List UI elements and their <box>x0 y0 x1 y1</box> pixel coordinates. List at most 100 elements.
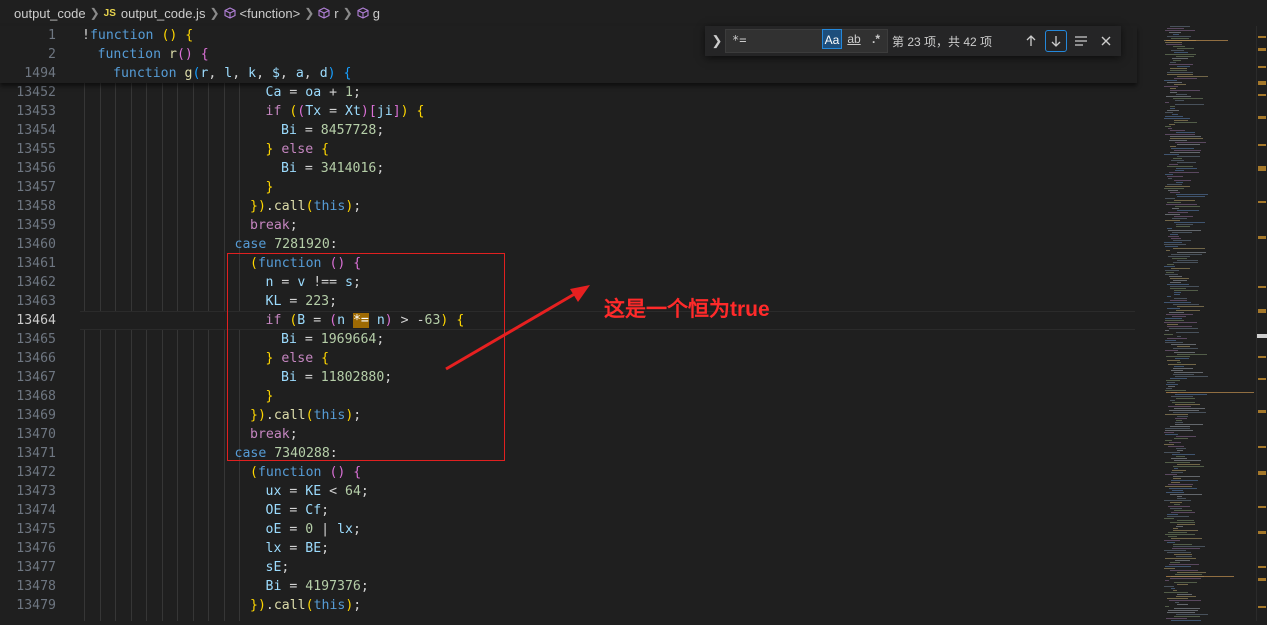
close-find-button[interactable] <box>1095 30 1117 52</box>
code-text: oE = 0 | lx; <box>265 522 361 537</box>
minimap-content <box>1164 26 1254 621</box>
code-line[interactable]: 13465 Bi = 1969664; <box>0 330 1137 349</box>
code-line[interactable]: 13453 if ((Tx = Xt)[ji]) { <box>0 102 1137 121</box>
code-line[interactable]: 13463 KL = 223; <box>0 292 1137 311</box>
regex-button[interactable]: .* <box>866 29 886 49</box>
line-number: 13479 <box>16 598 56 613</box>
code-text: lx = BE; <box>265 541 330 556</box>
previous-match-button[interactable] <box>1020 30 1042 52</box>
code-line[interactable]: 13460 case 7281920: <box>0 235 1137 254</box>
line-number: 13477 <box>16 560 56 575</box>
breadcrumb-symbol-r[interactable]: r <box>334 6 338 21</box>
find-input-value: *= <box>732 33 747 47</box>
vertical-scrollbar[interactable] <box>1256 26 1267 621</box>
close-icon <box>1101 36 1111 46</box>
js-file-icon: JS <box>103 7 116 19</box>
code-text: !function () { <box>82 28 194 43</box>
arrow-down-icon <box>1051 36 1061 47</box>
code-text: sE; <box>265 560 290 575</box>
line-number: 13467 <box>16 370 56 385</box>
code-text: } <box>265 180 274 195</box>
code-line[interactable]: 13477 sE; <box>0 558 1137 577</box>
code-text: case 7281920: <box>234 237 338 252</box>
code-line[interactable]: 13469}).call(this); <box>0 406 1137 425</box>
line-number: 13462 <box>16 275 56 290</box>
line-number: 13453 <box>16 104 56 119</box>
chevron-right-icon: ❯ <box>89 6 100 20</box>
code-line[interactable]: 13461 (function () { <box>0 254 1137 273</box>
line-number: 13454 <box>16 123 56 138</box>
code-line[interactable]: 13472 (function () { <box>0 463 1137 482</box>
sticky-line[interactable]: 1494 function g(r, l, k, $, a, d) { <box>0 64 1137 83</box>
line-number: 13460 <box>16 237 56 252</box>
minimap[interactable] <box>1158 26 1256 621</box>
code-line[interactable]: 13475 oE = 0 | lx; <box>0 520 1137 539</box>
line-number: 13475 <box>16 522 56 537</box>
line-number: 1494 <box>24 66 56 81</box>
code-line[interactable]: 13454 Bi = 8457728; <box>0 121 1137 140</box>
code-line[interactable]: 13455} else { <box>0 140 1137 159</box>
match-count: 第 23 项，共 42 项 <box>892 35 993 49</box>
code-line[interactable]: 13473 ux = KE < 64; <box>0 482 1137 501</box>
line-number: 13461 <box>16 256 56 271</box>
match-case-button[interactable]: Aa <box>822 29 842 49</box>
find-in-selection-button[interactable] <box>1070 30 1092 52</box>
code-text: Ca = oa + 1; <box>265 85 361 100</box>
code-text: Bi = 4197376; <box>265 579 369 594</box>
breadcrumb-folder[interactable]: output_code <box>14 6 86 21</box>
code-line[interactable]: 13466} else { <box>0 349 1137 368</box>
code-text: break; <box>250 218 298 233</box>
code-text: if ((Tx = Xt)[ji]) { <box>265 104 425 119</box>
line-number: 13476 <box>16 541 56 556</box>
line-number: 13456 <box>16 161 56 176</box>
next-match-button[interactable] <box>1045 30 1067 52</box>
line-number: 13468 <box>16 389 56 404</box>
line-number: 13463 <box>16 294 56 309</box>
code-line[interactable]: 13468} <box>0 387 1137 406</box>
breadcrumb-symbol-g[interactable]: g <box>373 6 380 21</box>
chevron-right-icon: ❯ <box>304 6 315 20</box>
code-text: function g(r, l, k, $, a, d) { <box>113 66 352 81</box>
code-text: (function () { <box>250 465 362 480</box>
line-number: 13466 <box>16 351 56 366</box>
code-line[interactable]: 13456 Bi = 3414016; <box>0 159 1137 178</box>
code-line[interactable]: 13474 OE = Cf; <box>0 501 1137 520</box>
breadcrumb-file[interactable]: output_code.js <box>121 6 206 21</box>
code-line[interactable]: 13452 Ca = oa + 1; <box>0 83 1137 102</box>
code-text: OE = Cf; <box>265 503 330 518</box>
line-number: 13478 <box>16 579 56 594</box>
code-line[interactable]: 13470 break; <box>0 425 1137 444</box>
toggle-replace-chevron-icon[interactable]: ❯ <box>709 33 725 49</box>
code-line[interactable]: 13457} <box>0 178 1137 197</box>
code-text: Bi = 3414016; <box>281 161 385 176</box>
chevron-right-icon: ❯ <box>342 6 353 20</box>
code-line[interactable]: 13467 Bi = 11802880; <box>0 368 1137 387</box>
breadcrumb-symbol-function[interactable]: <function> <box>240 6 301 21</box>
whole-word-button[interactable]: ab <box>844 29 864 49</box>
code-line[interactable]: 13458}).call(this); <box>0 197 1137 216</box>
code-line[interactable]: 13476 lx = BE; <box>0 539 1137 558</box>
line-number: 13473 <box>16 484 56 499</box>
line-number: 13472 <box>16 465 56 480</box>
code-line[interactable]: 13479 }).call(this); <box>0 596 1137 615</box>
line-number: 1 <box>48 28 56 43</box>
code-line[interactable]: 13478 Bi = 4197376; <box>0 577 1137 596</box>
code-editor[interactable]: 13451(function () {13452Ca = oa + 1;1345… <box>0 26 1137 621</box>
symbol-method-icon <box>357 7 369 19</box>
code-line[interactable]: 13471 case 7340288: <box>0 444 1137 463</box>
line-number: 13452 <box>16 85 56 100</box>
code-text: } else { <box>265 142 330 157</box>
scrollbar-markers <box>1257 36 1267 608</box>
code-text: }).call(this); <box>250 199 362 214</box>
code-line[interactable]: 13462 n = v !== s; <box>0 273 1137 292</box>
code-text: }).call(this); <box>250 598 362 613</box>
line-number: 13470 <box>16 427 56 442</box>
code-line[interactable]: 13464 if (B = (n *= n) > -63) { <box>0 311 1137 330</box>
annotation-highlight-box <box>227 253 505 461</box>
line-number: 13457 <box>16 180 56 195</box>
breadcrumb: output_code ❯ JS output_code.js ❯ <funct… <box>0 0 1267 26</box>
line-number: 13459 <box>16 218 56 233</box>
line-number: 13474 <box>16 503 56 518</box>
line-number: 13465 <box>16 332 56 347</box>
code-line[interactable]: 13459 break; <box>0 216 1137 235</box>
